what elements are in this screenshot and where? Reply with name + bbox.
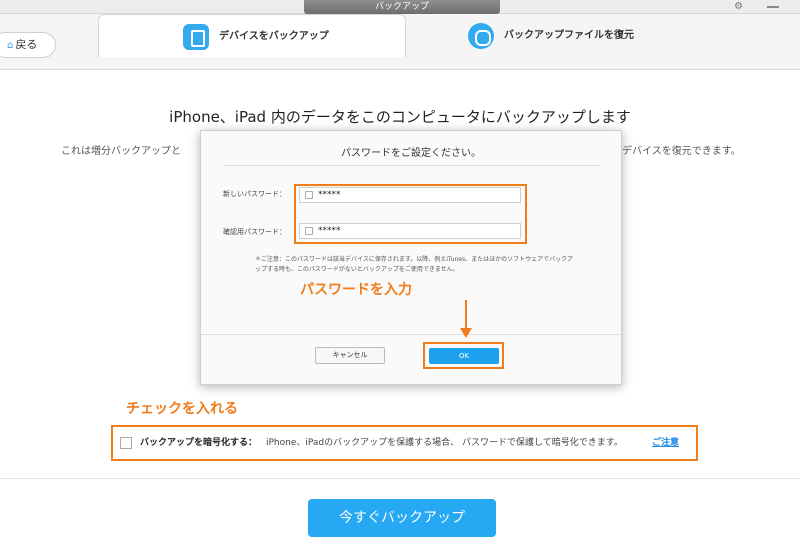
restore-icon: [468, 23, 494, 49]
encrypt-row: バックアップを暗号化する： iPhone、iPadのバックアップを保護する場合、…: [118, 434, 691, 452]
gear-icon[interactable]: ⚙: [734, 0, 743, 14]
encrypt-description: iPhone、iPadのバックアップを保護する場合、 パスワードで保護して暗号化…: [266, 438, 623, 448]
description-left: これは増分バックアップと: [61, 146, 181, 157]
backup-now-button[interactable]: 今すぐバックアップ: [308, 499, 496, 537]
divider: [201, 334, 621, 335]
description-right: デバイスを復元できます。: [622, 146, 741, 157]
divider: [0, 478, 800, 479]
tab-restore-backup[interactable]: バックアップファイルを復元: [406, 14, 800, 57]
check-annotation: チェックを入れる: [126, 401, 238, 417]
divider: [223, 165, 601, 166]
back-label: 戻る: [15, 38, 38, 51]
password-dialog: パスワードをご設定ください。 新しいパスワード： ***** 確認用パスワード：…: [200, 130, 622, 385]
tab-label: バックアップファイルを復元: [504, 30, 634, 41]
device-backup-icon: [183, 24, 209, 50]
caution-link[interactable]: ご注意: [652, 434, 679, 452]
enter-password-annotation: パスワードを入力: [300, 282, 412, 298]
encrypt-checkbox[interactable]: [120, 437, 132, 449]
cancel-button[interactable]: キャンセル: [315, 347, 385, 364]
dialog-note: ＊ご注意：このパスワードは該当デバイスに保存されます。以降、例えiTunes、ま…: [255, 256, 574, 273]
new-password-label: 新しいパスワード：: [223, 190, 286, 198]
ok-button-highlight: [423, 342, 504, 369]
home-icon: ⌂: [7, 40, 14, 51]
back-button[interactable]: ⌂ 戻る: [0, 32, 56, 58]
encrypt-label: バックアップを暗号化する：: [140, 438, 258, 448]
window-title: バックアップ: [304, 0, 500, 14]
title-bar: バックアップ ⚙: [0, 0, 800, 14]
password-fields-highlight: [294, 184, 527, 244]
arrow-down-icon: [460, 328, 472, 338]
tab-label: デバイスをバックアップ: [219, 31, 329, 42]
tab-device-backup[interactable]: デバイスをバックアップ: [98, 14, 406, 57]
minimize-icon[interactable]: [767, 6, 779, 8]
arrow-line: [465, 300, 467, 330]
page-heading: iPhone、iPad 内のデータをこのコンピュータにバックアップします: [169, 108, 631, 126]
confirm-password-label: 確認用パスワード：: [223, 228, 286, 236]
dialog-title: パスワードをご設定ください。: [341, 148, 481, 159]
